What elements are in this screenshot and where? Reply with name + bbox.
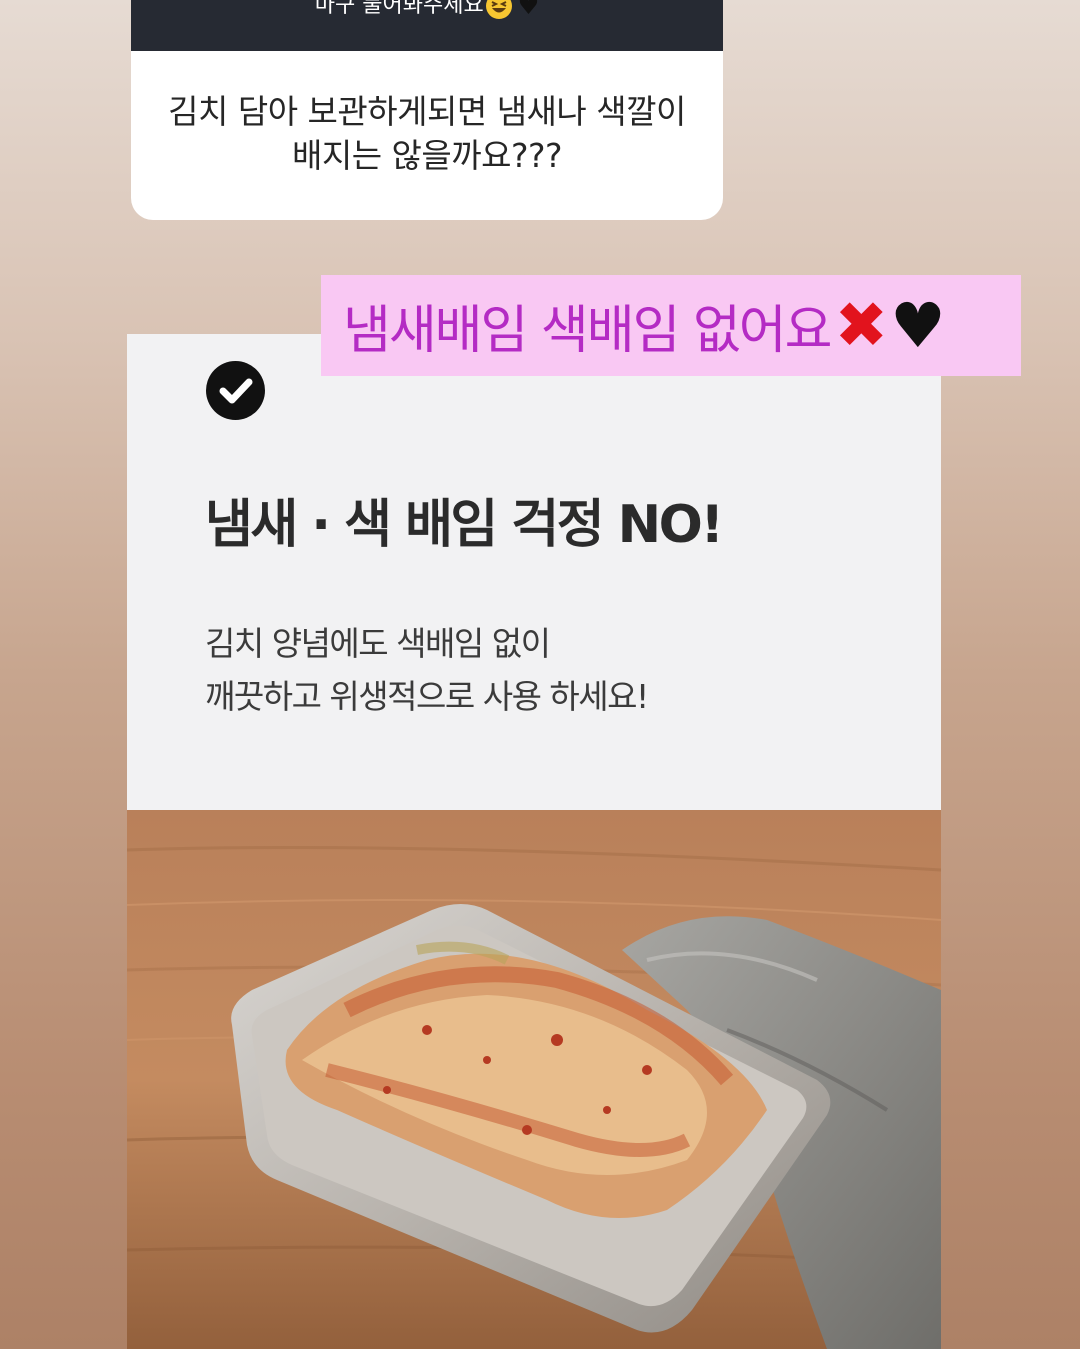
description-line-1: 김치 양념에도 색배임 없이 [205,624,551,663]
black-heart-icon: ♥ [890,288,946,362]
kimchi-container-photo [127,810,941,1349]
question-sticker-header: 마구 물어봐주세요 ♥ [131,0,723,51]
grinning-squint-face-icon [485,0,512,19]
red-x-icon: ✖ [834,288,889,363]
product-description: 김치 양념에도 색배임 없이 깨끗하고 위생적으로 사용 하세요! [205,617,649,723]
question-line-2: 배지는 않을까요??? [291,136,563,175]
black-heart-icon: ♥ [517,0,540,20]
question-sticker-prompt: 마구 물어봐주세요 [314,0,484,18]
question-sticker: 마구 물어봐주세요 ♥ 김치 담아 보관하게되면 냄새나 색깔이 배지는 않을까요… [131,0,723,220]
product-detail-card: 냄새 · 색 배임 걱정 NO! 김치 양념에도 색배임 없이 깨끗하고 위생적… [127,334,941,1349]
question-text: 김치 담아 보관하게되면 냄새나 색깔이 배지는 않을까요??? [131,90,723,178]
caption-overlay: 냄새배임 색배임 없어요 ✖ ♥ [321,275,1021,376]
caption-text: 냄새배임 색배임 없어요 [343,301,832,361]
check-circle-icon [206,361,265,420]
product-headline: 냄새 · 색 배임 걱정 NO! [205,495,724,555]
question-line-1: 김치 담아 보관하게되면 냄새나 색깔이 [168,92,686,131]
description-line-2: 깨끗하고 위생적으로 사용 하세요! [205,677,649,716]
